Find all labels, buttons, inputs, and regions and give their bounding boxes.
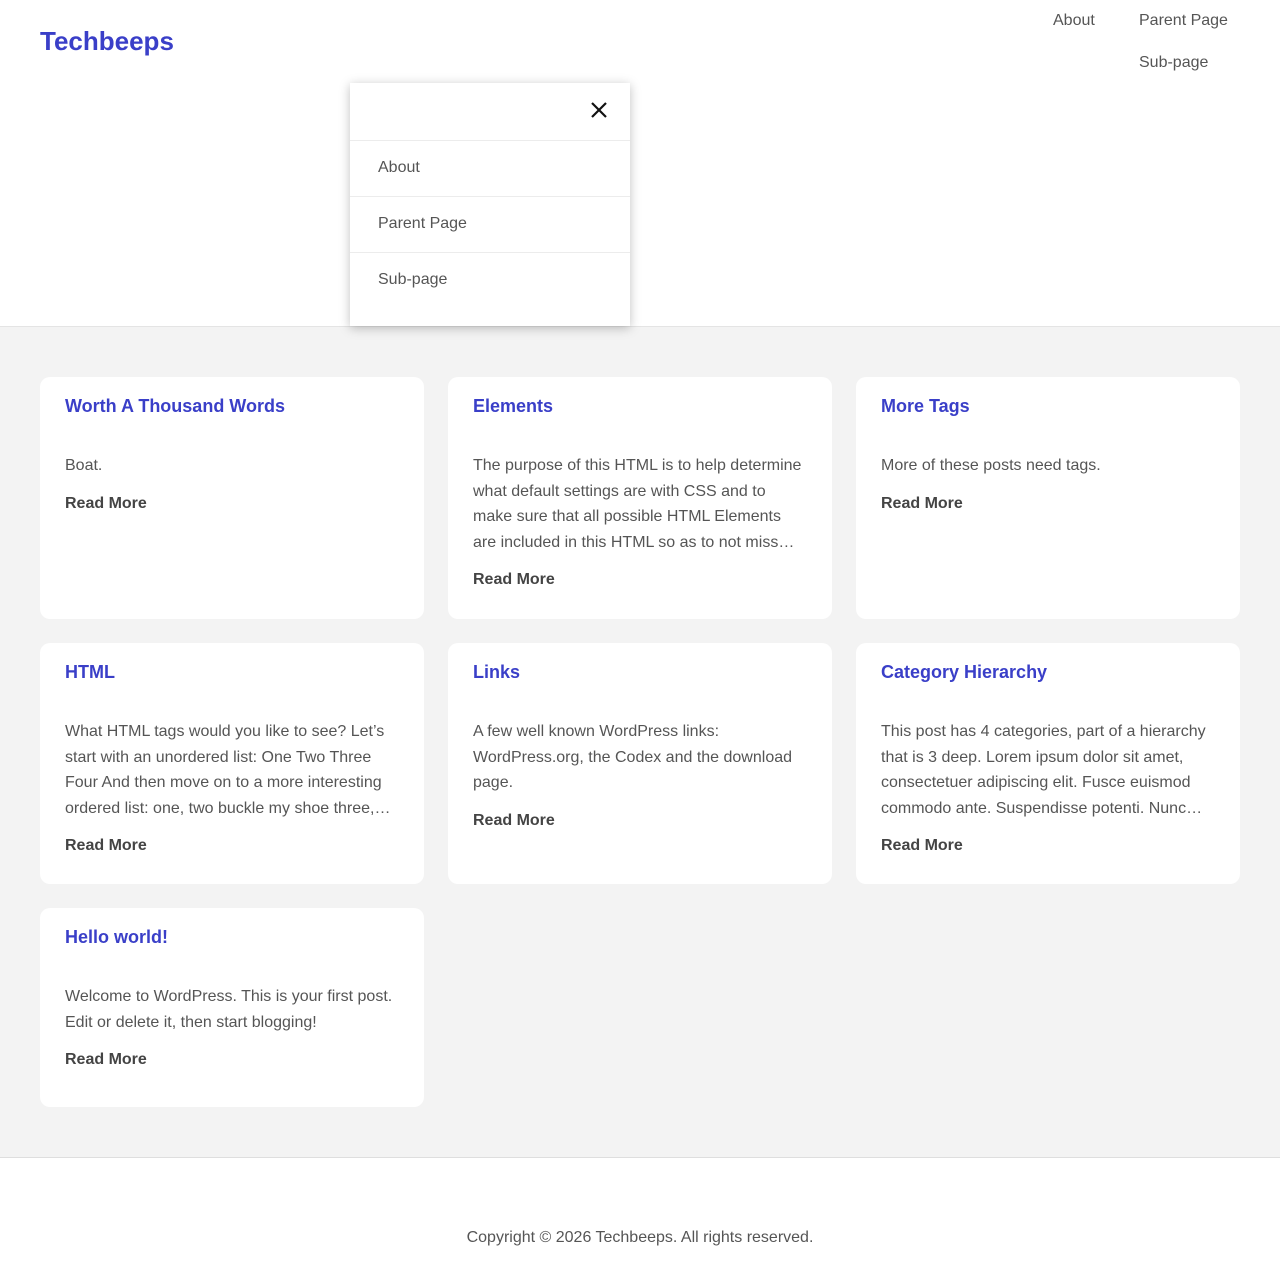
post-excerpt: More of these posts need tags. [881,457,1101,474]
read-more-link[interactable]: Read More [473,571,555,589]
read-more-link[interactable]: Read More [65,837,147,855]
post-card: Elements The purpose of this HTML is to … [448,377,832,619]
post-title-link[interactable]: More Tags [881,395,1215,417]
read-more-link[interactable]: Read More [881,837,963,855]
nav-item-parent-page[interactable]: Parent Page [1139,12,1228,30]
site-title-link[interactable]: Techbeeps [40,26,174,57]
post-title-link[interactable]: HTML [65,661,399,683]
post-title-link[interactable]: Worth A Thousand Words [65,395,399,417]
post-title-link[interactable]: Hello world! [65,926,399,948]
post-card: Links A few well known WordPress links: … [448,643,832,884]
close-icon [591,102,607,118]
post-excerpt: Boat. [65,457,103,474]
read-more-link[interactable]: Read More [65,495,147,513]
post-excerpt: The purpose of this HTML is to help dete… [473,457,802,551]
mobile-menu-panel: About Parent Page Sub-page [350,83,630,326]
menu-panel-item: About [350,141,630,197]
copyright-text: Copyright © 2026 Techbeeps. All rights r… [466,1229,814,1246]
site-header: Techbeeps About Parent Page Sub-page Abo… [0,0,1280,327]
menu-panel-item: Parent Page [350,197,630,253]
menu-panel-link-about[interactable]: About [378,159,420,177]
post-excerpt: A few well known WordPress links: WordPr… [473,723,793,792]
read-more-link[interactable]: Read More [65,1051,147,1069]
read-more-link[interactable]: Read More [881,495,963,513]
posts-grid: Worth A Thousand Words Boat. Read More E… [0,327,1280,1158]
site-footer: Copyright © 2026 Techbeeps. All rights r… [0,1158,1280,1273]
read-more-link[interactable]: Read More [473,812,555,830]
post-excerpt: What HTML tags would you like to see? Le… [65,723,391,817]
menu-panel-link-parent-page[interactable]: Parent Page [378,215,467,233]
post-title-link[interactable]: Category Hierarchy [881,661,1215,683]
post-card: HTML What HTML tags would you like to se… [40,643,424,884]
post-card: Hello world! Welcome to WordPress. This … [40,908,424,1107]
post-title-link[interactable]: Links [473,661,807,683]
nav-item-about[interactable]: About [1053,12,1095,30]
post-title-link[interactable]: Elements [473,395,807,417]
close-menu-button[interactable] [588,99,610,121]
post-card: More Tags More of these posts need tags.… [856,377,1240,619]
nav-item-sub-page[interactable]: Sub-page [1139,54,1208,72]
menu-panel-header [350,83,630,141]
menu-panel-link-sub-page[interactable]: Sub-page [378,271,447,289]
post-excerpt: This post has 4 categories, part of a hi… [881,723,1206,817]
post-card: Category Hierarchy This post has 4 categ… [856,643,1240,884]
post-excerpt: Welcome to WordPress. This is your first… [65,988,393,1031]
post-card: Worth A Thousand Words Boat. Read More [40,377,424,619]
menu-panel-list: About Parent Page Sub-page [350,141,630,309]
menu-panel-item: Sub-page [350,253,630,309]
